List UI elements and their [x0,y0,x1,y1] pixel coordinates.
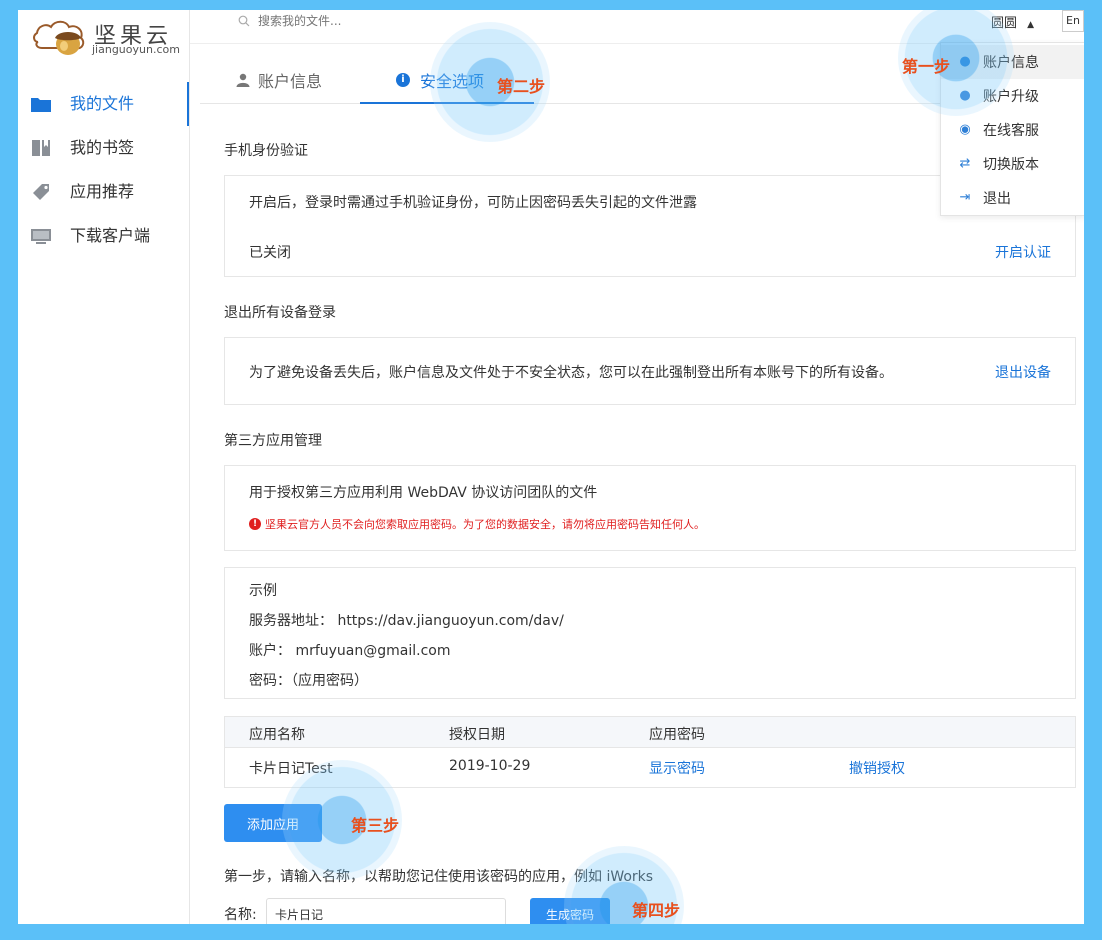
menu-item-label: 账户信息 [983,55,1039,71]
top-header: 圆圆 ▲ En [190,10,1084,44]
search-icon [238,15,250,27]
acorn-logo-icon [33,20,85,55]
tab-label: 账户信息 [258,72,323,91]
user-icon [236,73,250,87]
user-dropdown-menu: ● 账户信息 ● 账户升级 ◉ 在线客服 ⇄ 切换版本 ⇥ 退出 [940,42,1084,216]
logout-all-card: 为了避免设备丢失后，账户信息及文件处于不安全状态，您可以在此强制登出所有本账号下… [224,337,1076,405]
tag-icon [33,184,49,200]
app-window: 坚果云 jianguoyun.com 我的文件 我的书签 应用推荐 下载客户端 [18,10,1084,924]
tab-label: 安全选项 [420,72,485,91]
tab-security-options[interactable]: i 安全选项 [396,66,484,94]
enable-auth-link[interactable]: 开启认证 [995,242,1051,262]
logout-devices-link[interactable]: 退出设备 [995,362,1051,382]
sidebar-item-label: 我的书签 [70,138,135,157]
sidebar-item-download[interactable]: 下载客户端 [18,214,189,258]
sidebar-item-apps[interactable]: 应用推荐 [18,170,189,214]
sidebar-item-my-files[interactable]: 我的文件 [18,82,189,126]
menu-item-label: 切换版本 [983,157,1039,173]
tab-account-info[interactable]: 账户信息 [236,66,322,94]
language-toggle[interactable]: En [1062,10,1084,32]
menu-item-label: 在线客服 [983,123,1039,139]
folder-icon [31,98,51,112]
logout-icon: ⇥ [959,190,971,205]
generate-password-button[interactable]: 生成密码 [530,898,610,924]
column-header: 应用密码 [649,727,705,743]
auth-date-cell: 2019-10-29 [449,758,531,774]
sidebar-item-label: 应用推荐 [70,182,135,201]
sidebar-item-label: 下载客户端 [70,226,151,245]
sidebar-nav: 我的文件 我的书签 应用推荐 下载客户端 [18,82,189,258]
search-input[interactable] [258,14,458,28]
step-three-label: 第三步 [351,816,400,835]
menu-item-switch-version[interactable]: ⇄ 切换版本 [941,147,1084,181]
example-card: 示例 服务器地址： https://dav.jianguoyun.com/dav… [224,567,1076,699]
menu-item-label: 账户升级 [983,89,1039,105]
example-account: 账户： mrfuyuan@gmail.com [249,643,451,659]
step-one-hint: 第一步，请输入名称，以帮助您记住使用该密码的应用，例如 iWorks [224,869,654,885]
menu-item-label: 退出 [983,191,1011,207]
third-party-card: 用于授权第三方应用利用 WebDAV 协议访问团队的文件 ! 坚果云官方人员不会… [224,465,1076,551]
user-icon: ● [959,54,971,69]
phone-auth-status: 已关闭 [249,245,291,261]
column-header: 授权日期 [449,727,505,743]
logo[interactable]: 坚果云 jianguoyun.com [32,16,182,60]
sidebar-item-bookmarks[interactable]: 我的书签 [18,126,189,170]
sidebar: 坚果云 jianguoyun.com 我的文件 我的书签 应用推荐 下载客户端 [18,10,190,924]
show-password-link[interactable]: 显示密码 [649,758,705,778]
brand-domain: jianguoyun.com [92,43,180,56]
bookmark-icon [32,140,50,156]
headset-icon: ◉ [959,122,971,137]
monitor-icon [31,229,51,244]
example-server: 服务器地址： https://dav.jianguoyun.com/dav/ [249,613,564,629]
user-menu-toggle[interactable]: 圆圆 ▲ [991,12,1034,31]
third-party-description: 用于授权第三方应用利用 WebDAV 协议访问团队的文件 [249,485,598,501]
warning-text: 坚果云官方人员不会向您索取应用密码。为了您的数据安全，请勿将应用密码告知任何人。 [265,518,705,531]
swap-icon: ⇄ [959,156,971,171]
app-name-cell: 卡片日记Test [249,761,333,777]
caret-up-icon: ▲ [1027,20,1035,30]
active-tab-indicator [360,102,534,104]
user-name: 圆圆 [991,16,1018,31]
logout-all-title: 退出所有设备登录 [224,305,336,321]
security-warning: ! 坚果云官方人员不会向您索取应用密码。为了您的数据安全，请勿将应用密码告知任何… [249,516,705,532]
search-box [238,14,458,28]
warning-icon: ! [249,518,261,530]
third-party-title: 第三方应用管理 [224,433,322,449]
step-four-label: 第四步 [632,901,681,920]
menu-item-upgrade[interactable]: ● 账户升级 [941,79,1084,113]
menu-item-logout[interactable]: ⇥ 退出 [941,181,1084,215]
apps-table-header: 应用名称 授权日期 应用密码 [224,716,1076,748]
sidebar-item-label: 我的文件 [70,94,135,113]
logout-all-description: 为了避免设备丢失后，账户信息及文件处于不安全状态，您可以在此强制登出所有本账号下… [249,365,893,381]
step-one-label: 第一步 [902,57,951,76]
column-header: 应用名称 [249,727,305,743]
name-label: 名称: [224,907,257,923]
phone-auth-title: 手机身份验证 [224,143,308,159]
info-icon: i [396,73,410,87]
example-password: 密码：（应用密码） [249,673,368,689]
add-app-button[interactable]: 添加应用 [224,804,322,842]
table-row: 卡片日记Test 2019-10-29 显示密码 撤销授权 [224,748,1076,788]
step-two-label: 第二步 [497,77,546,96]
revoke-auth-link[interactable]: 撤销授权 [849,758,905,778]
user-upgrade-icon: ● [959,88,971,103]
app-name-input[interactable] [266,898,506,924]
phone-auth-description: 开启后，登录时需通过手机验证身份，可防止因密码丢失引起的文件泄露 [249,195,697,211]
example-title: 示例 [249,583,277,599]
menu-item-support[interactable]: ◉ 在线客服 [941,113,1084,147]
menu-item-account-info[interactable]: ● 账户信息 [941,45,1084,79]
